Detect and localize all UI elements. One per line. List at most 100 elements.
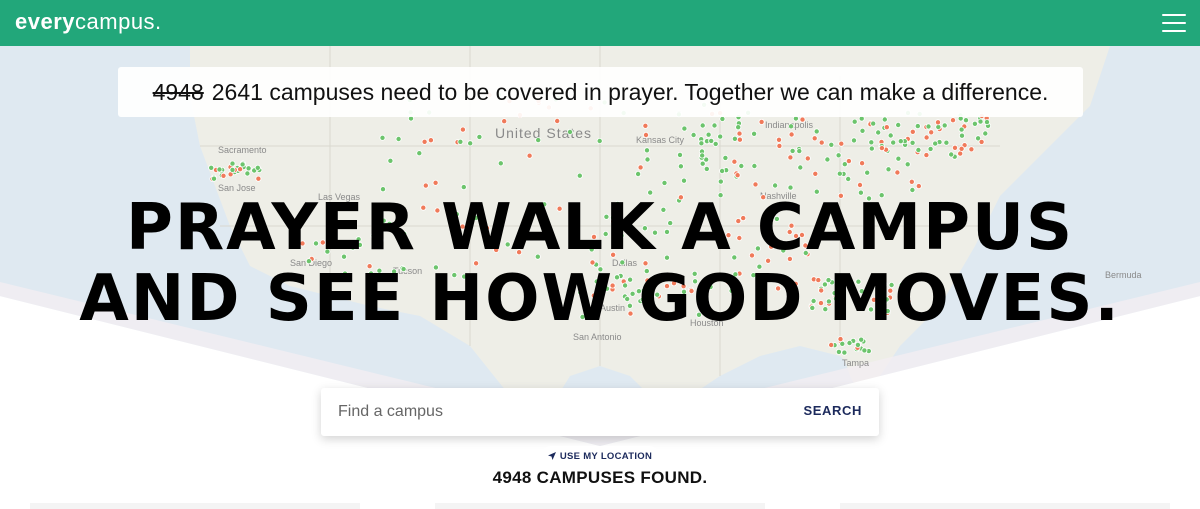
campus-marker[interactable]: [952, 144, 959, 151]
hamburger-menu-icon[interactable]: [1162, 13, 1186, 33]
campus-marker[interactable]: [699, 152, 706, 159]
campus-marker[interactable]: [736, 136, 743, 143]
everycampus-logo[interactable]: everycampus.: [15, 9, 162, 35]
campus-marker[interactable]: [915, 183, 922, 190]
campus-marker[interactable]: [576, 172, 583, 179]
campus-marker[interactable]: [950, 117, 957, 124]
campus-marker[interactable]: [643, 132, 650, 139]
campus-marker[interactable]: [677, 151, 684, 158]
campus-marker[interactable]: [984, 119, 991, 126]
campus-marker[interactable]: [928, 129, 935, 136]
campus-marker[interactable]: [968, 146, 975, 153]
campus-marker[interactable]: [959, 132, 966, 139]
campus-marker[interactable]: [642, 122, 649, 129]
campus-marker[interactable]: [229, 160, 236, 167]
campus-marker[interactable]: [838, 140, 845, 147]
campus-marker[interactable]: [239, 161, 246, 168]
campus-marker[interactable]: [736, 130, 743, 137]
campus-marker[interactable]: [705, 131, 712, 138]
campus-marker[interactable]: [932, 140, 939, 147]
campus-marker[interactable]: [909, 139, 916, 146]
campus-marker[interactable]: [836, 170, 843, 177]
campus-marker[interactable]: [699, 160, 706, 167]
campus-marker[interactable]: [846, 339, 853, 346]
campus-marker[interactable]: [661, 179, 668, 186]
campus-marker[interactable]: [776, 136, 783, 143]
use-my-location-button[interactable]: USE MY LOCATION: [541, 446, 659, 466]
campus-marker[interactable]: [421, 138, 428, 145]
campus-marker[interactable]: [894, 169, 901, 176]
campus-marker[interactable]: [812, 170, 819, 177]
campus-marker[interactable]: [914, 123, 921, 130]
campus-marker[interactable]: [245, 165, 252, 172]
campus-marker[interactable]: [811, 135, 818, 142]
campus-marker[interactable]: [717, 133, 724, 140]
campus-marker[interactable]: [719, 115, 726, 122]
campus-marker[interactable]: [719, 168, 726, 175]
campus-marker[interactable]: [567, 129, 574, 136]
campus-marker[interactable]: [818, 139, 825, 146]
campus-marker[interactable]: [824, 156, 831, 163]
campus-marker[interactable]: [220, 172, 227, 179]
campus-marker[interactable]: [681, 177, 688, 184]
campus-marker[interactable]: [758, 118, 765, 125]
campus-marker[interactable]: [915, 147, 922, 154]
campus-marker[interactable]: [958, 126, 965, 133]
campus-marker[interactable]: [789, 147, 796, 154]
campus-marker[interactable]: [851, 118, 858, 125]
campus-marker[interactable]: [887, 132, 894, 139]
campus-marker[interactable]: [751, 130, 758, 137]
search-button[interactable]: SEARCH: [804, 403, 863, 418]
campus-marker[interactable]: [804, 155, 811, 162]
campus-marker[interactable]: [535, 137, 542, 144]
campus-marker[interactable]: [772, 182, 779, 189]
campus-marker[interactable]: [923, 134, 930, 141]
campus-marker[interactable]: [422, 182, 429, 189]
campus-marker[interactable]: [941, 122, 948, 129]
campus-marker[interactable]: [751, 163, 758, 170]
campus-marker[interactable]: [895, 155, 902, 162]
campus-marker[interactable]: [908, 178, 915, 185]
campus-marker[interactable]: [731, 158, 738, 165]
campus-marker[interactable]: [427, 137, 434, 144]
campus-marker[interactable]: [712, 140, 719, 147]
campus-marker[interactable]: [943, 139, 950, 146]
campus-marker[interactable]: [958, 145, 965, 152]
campus-marker[interactable]: [859, 160, 866, 167]
campus-marker[interactable]: [644, 156, 651, 163]
campus-marker[interactable]: [895, 122, 902, 129]
campus-marker[interactable]: [690, 132, 697, 139]
campus-marker[interactable]: [841, 349, 848, 356]
campus-marker[interactable]: [796, 148, 803, 155]
campus-marker[interactable]: [881, 116, 888, 123]
campus-marker[interactable]: [734, 172, 741, 179]
campus-marker[interactable]: [845, 175, 852, 182]
campus-marker[interactable]: [799, 116, 806, 123]
campus-marker[interactable]: [858, 336, 865, 343]
campus-marker[interactable]: [387, 157, 394, 164]
campus-marker[interactable]: [460, 184, 467, 191]
campus-marker[interactable]: [395, 136, 402, 143]
campus-marker[interactable]: [229, 166, 236, 173]
campus-marker[interactable]: [379, 134, 386, 141]
campus-marker[interactable]: [787, 184, 794, 191]
campus-marker[interactable]: [841, 161, 848, 168]
campus-marker[interactable]: [813, 128, 820, 135]
campus-marker[interactable]: [459, 126, 466, 133]
campus-marker[interactable]: [254, 164, 261, 171]
campus-marker[interactable]: [731, 135, 738, 142]
campus-marker[interactable]: [501, 118, 508, 125]
campus-marker[interactable]: [925, 123, 932, 130]
campus-marker[interactable]: [835, 152, 842, 159]
campus-marker[interactable]: [467, 140, 474, 147]
campus-marker[interactable]: [897, 138, 904, 145]
campus-marker[interactable]: [237, 166, 244, 173]
campus-marker[interactable]: [699, 122, 706, 129]
campus-marker[interactable]: [923, 152, 930, 159]
campus-marker[interactable]: [787, 154, 794, 161]
campus-marker[interactable]: [837, 336, 844, 343]
campus-marker[interactable]: [210, 175, 217, 182]
campus-marker[interactable]: [526, 152, 533, 159]
campus-marker[interactable]: [857, 181, 864, 188]
campus-marker[interactable]: [978, 138, 985, 145]
